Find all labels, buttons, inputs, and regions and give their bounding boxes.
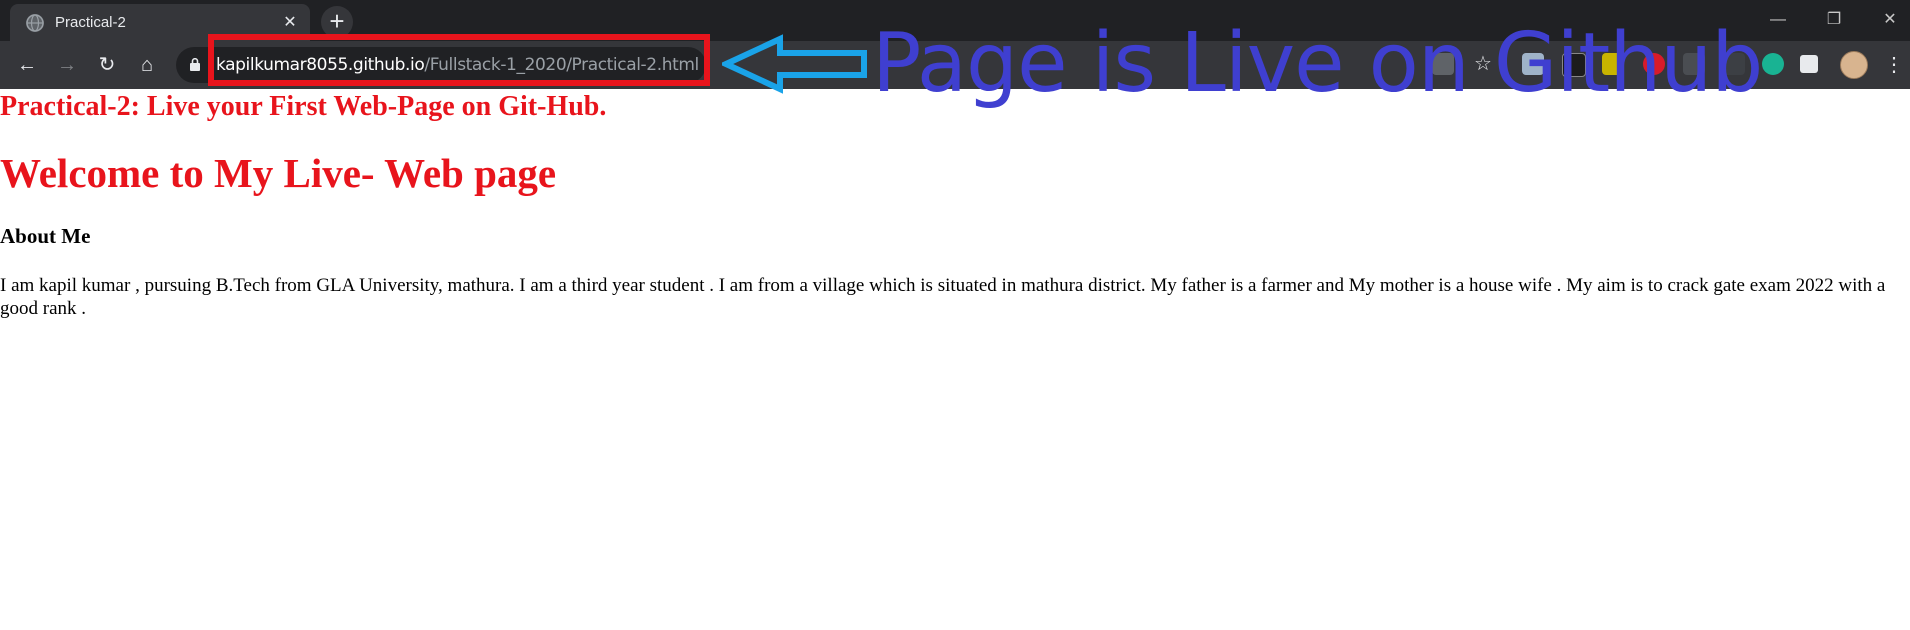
annotation-text: Page is Live on Github bbox=[872, 16, 1763, 111]
back-icon[interactable]: ← bbox=[13, 51, 41, 79]
minimize-icon[interactable]: — bbox=[1758, 6, 1798, 34]
lock-icon[interactable] bbox=[190, 58, 200, 71]
extension-icon[interactable] bbox=[1762, 53, 1784, 75]
tab-close-icon[interactable]: ✕ bbox=[280, 13, 300, 33]
globe-icon bbox=[26, 14, 44, 32]
practical-heading: Practical-2: Live your First Web-Page on… bbox=[0, 91, 607, 122]
avatar[interactable] bbox=[1840, 51, 1868, 79]
menu-icon[interactable]: ⋮ bbox=[1884, 52, 1904, 77]
restore-icon[interactable]: ❐ bbox=[1814, 6, 1854, 34]
window-close-icon[interactable]: ✕ bbox=[1870, 6, 1910, 34]
url-highlight-box bbox=[208, 34, 710, 86]
arrow-left-icon bbox=[722, 34, 867, 94]
welcome-heading: Welcome to My Live- Web page bbox=[0, 150, 557, 196]
forward-icon[interactable]: → bbox=[53, 51, 81, 79]
tab-title: Practical-2 bbox=[55, 14, 126, 31]
about-paragraph: I am kapil kumar , pursuing B.Tech from … bbox=[0, 275, 1886, 319]
about-heading: About Me bbox=[0, 224, 91, 248]
puzzle-icon[interactable] bbox=[1800, 55, 1818, 73]
reload-icon[interactable]: ↻ bbox=[93, 51, 121, 79]
home-icon[interactable]: ⌂ bbox=[133, 51, 161, 79]
